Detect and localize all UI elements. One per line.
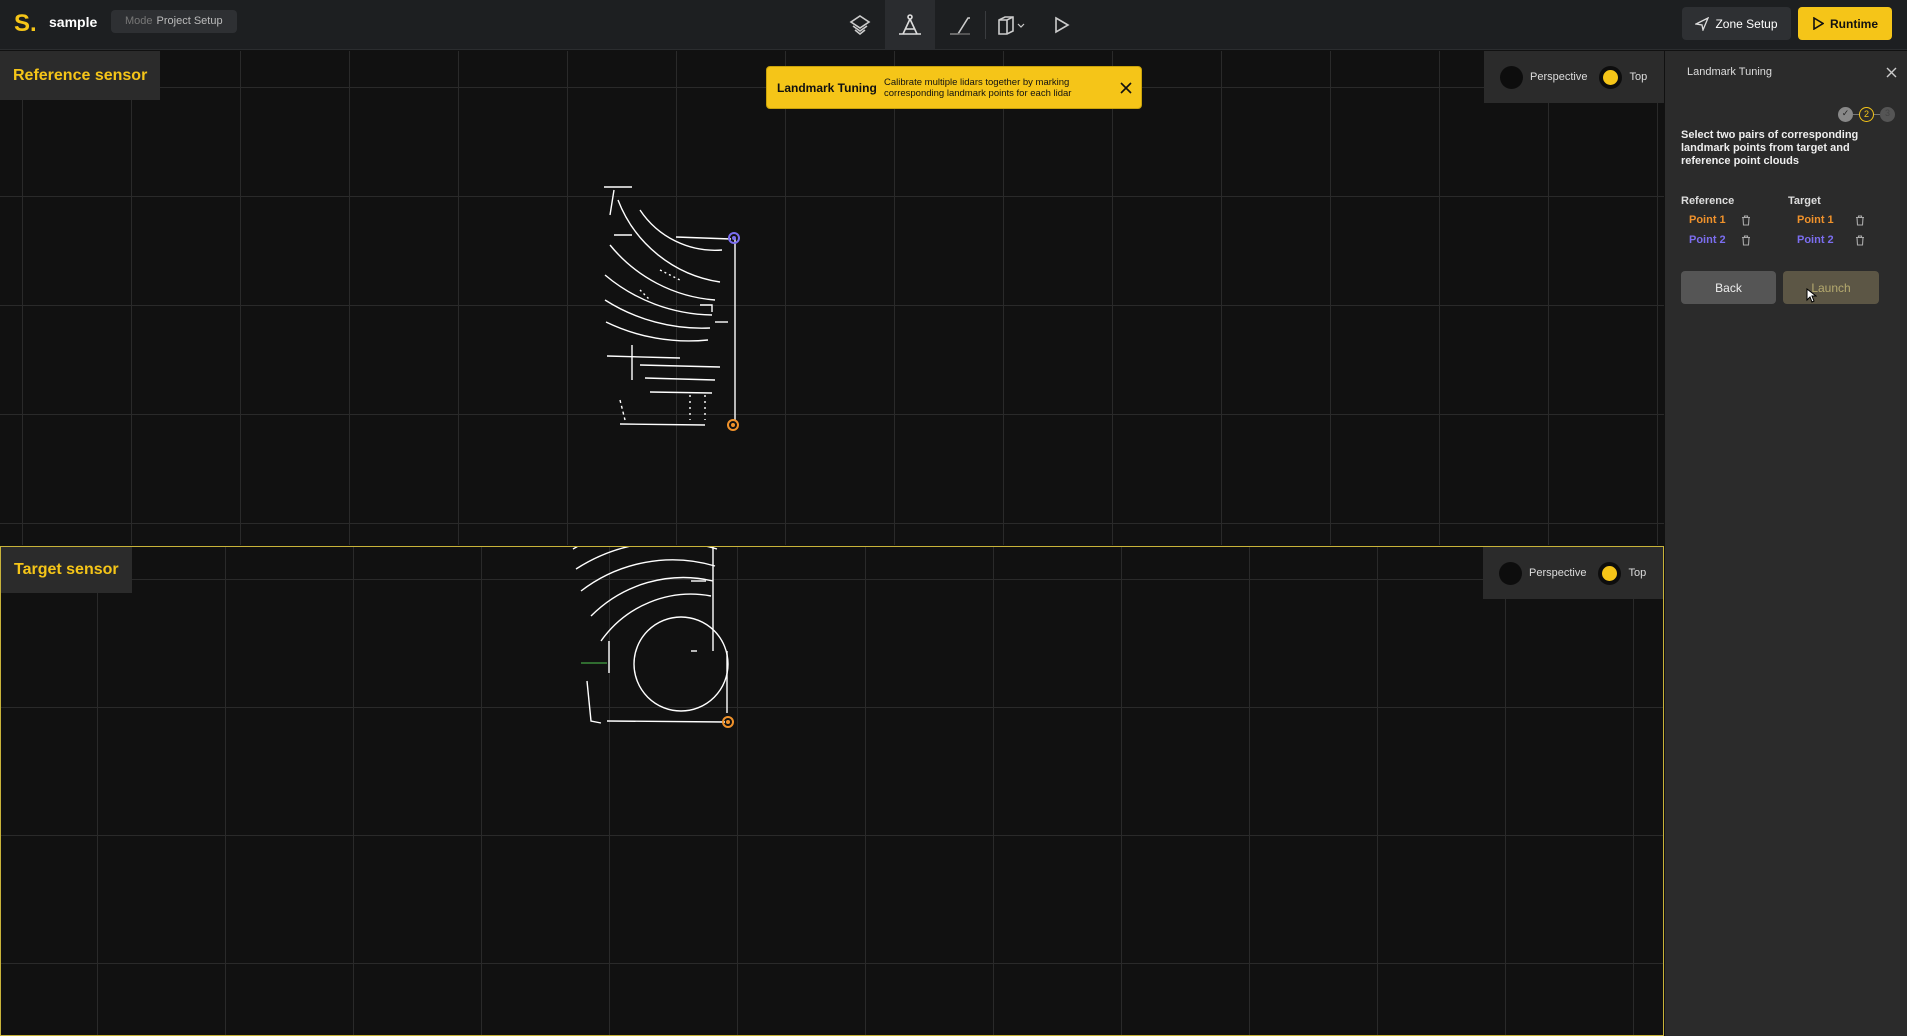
top-bar: S. sample Mode Project Setup Zone Setup R… — [0, 0, 1907, 50]
layers-icon — [849, 15, 871, 36]
trash-icon — [1856, 234, 1864, 246]
reference-sensor-label: Reference sensor — [0, 51, 161, 100]
delete-reference-point-2[interactable] — [1739, 233, 1753, 247]
perspective-radio[interactable] — [1500, 65, 1523, 89]
step-3: 3 — [1880, 107, 1895, 122]
tool-play[interactable] — [1036, 0, 1086, 50]
perspective-radio[interactable] — [1499, 561, 1522, 585]
app-logo: S. — [14, 10, 37, 37]
step-2: 2 — [1859, 107, 1874, 122]
delete-target-point-1[interactable] — [1853, 213, 1867, 227]
perspective-label: Perspective — [1529, 567, 1587, 579]
instructions-text: Select two pairs of corresponding landma… — [1681, 129, 1859, 167]
tool-landmark-tuning[interactable] — [885, 0, 935, 50]
reference-point-2[interactable]: Point 2 — [1689, 234, 1726, 246]
reference-view-toggle: Perspective Top — [1484, 51, 1664, 103]
step-indicator: ✓ 2 3 — [1838, 107, 1895, 122]
mode-toolbar — [835, 0, 1086, 50]
tool-slope[interactable] — [935, 0, 985, 50]
reference-heading: Reference — [1681, 195, 1735, 207]
target-viewport[interactable]: Target sensor Perspective Top — [0, 546, 1664, 1036]
launch-button[interactable]: Launch — [1783, 271, 1879, 304]
reference-viewport[interactable]: Reference sensor Perspective Top — [0, 51, 1664, 545]
delete-reference-point-1[interactable] — [1739, 213, 1753, 227]
perspective-label: Perspective — [1530, 71, 1588, 83]
target-heading: Target — [1788, 195, 1821, 207]
runtime-label: Runtime — [1830, 16, 1878, 31]
top-radio[interactable] — [1599, 65, 1623, 89]
back-button[interactable]: Back — [1681, 271, 1776, 304]
zone-icon — [1695, 16, 1710, 31]
project-name: sample — [49, 14, 98, 30]
zone-setup-label: Zone Setup — [1715, 16, 1778, 31]
top-label: Top — [1629, 71, 1648, 83]
target-point-1[interactable]: Point 1 — [1797, 214, 1834, 226]
cube-icon — [998, 16, 1025, 35]
trash-icon — [1742, 234, 1750, 246]
mode-key: Mode — [125, 15, 153, 27]
step-1: ✓ — [1838, 107, 1853, 122]
panel-close-button[interactable] — [1883, 64, 1899, 80]
trash-icon — [1742, 214, 1750, 226]
play-icon — [1055, 16, 1070, 34]
toast-title: Landmark Tuning — [777, 80, 877, 95]
runtime-button[interactable]: Runtime — [1798, 7, 1892, 40]
landmark-tuning-panel: Landmark Tuning ✓ 2 3 Select two pairs o… — [1665, 51, 1907, 1036]
reference-point-1[interactable]: Point 1 — [1689, 214, 1726, 226]
top-label: Top — [1628, 567, 1647, 579]
top-radio[interactable] — [1598, 561, 1622, 585]
tool-layers[interactable] — [835, 0, 885, 50]
target-view-toggle: Perspective Top — [1483, 547, 1663, 599]
delete-target-point-2[interactable] — [1853, 233, 1867, 247]
slope-icon — [950, 17, 970, 35]
toast-close-button[interactable] — [1117, 79, 1135, 97]
mode-value: Project Setup — [156, 15, 223, 27]
landmark-tuning-toast: Landmark Tuning Calibrate multiple lidar… — [766, 66, 1142, 109]
panel-title: Landmark Tuning — [1687, 66, 1772, 78]
trash-icon — [1856, 214, 1864, 226]
close-icon — [1886, 67, 1896, 77]
reference-point-cloud — [604, 186, 740, 431]
close-icon — [1120, 82, 1132, 94]
mouse-cursor-icon — [1806, 288, 1817, 303]
target-sensor-label: Target sensor — [1, 547, 132, 593]
target-point-2[interactable]: Point 2 — [1797, 234, 1834, 246]
tool-cube[interactable] — [986, 0, 1036, 50]
mode-indicator[interactable]: Mode Project Setup — [111, 10, 237, 33]
play-icon — [1813, 17, 1824, 30]
landmark-tuning-icon — [899, 14, 921, 35]
zone-setup-button[interactable]: Zone Setup — [1682, 7, 1791, 40]
toast-message: Calibrate multiple lidars together by ma… — [884, 76, 1072, 99]
target-point-cloud — [572, 547, 734, 728]
